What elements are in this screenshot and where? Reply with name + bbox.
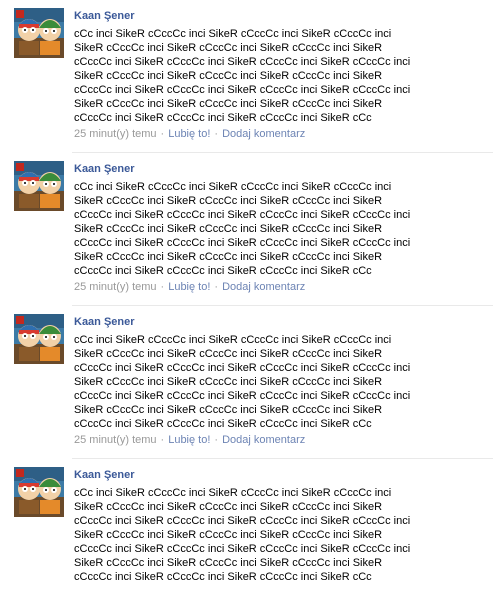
separator-dot: · (160, 281, 165, 293)
post-timestamp[interactable]: 25 minut(y) temu (74, 128, 157, 140)
post-message-line: cCc inci SikeR cCccCc inci SikeR cCccCc … (74, 334, 392, 346)
post-message: cCc inci SikeR cCccCc inci SikeR cCccCc … (74, 180, 469, 278)
post-message-line: cCccCc inci SikeR cCccCc inci SikeR cCcc… (74, 237, 411, 249)
post-message-line: cCccCc inci SikeR cCccCc inci SikeR cCcc… (74, 418, 372, 430)
avatar[interactable] (14, 161, 64, 211)
post-message-line: cCccCc inci SikeR cCccCc inci SikeR cCcc… (74, 265, 372, 277)
post-timestamp[interactable]: 25 minut(y) temu (74, 281, 157, 293)
post-message-line: SikeR cCccCc inci SikeR cCccCc inci Sike… (74, 70, 383, 82)
post-author-name[interactable]: Kaan Şener (74, 469, 135, 481)
avatar[interactable] (14, 314, 64, 364)
separator-dot: · (214, 434, 219, 446)
separator-dot: · (160, 434, 165, 446)
post-message-line: cCc inci SikeR cCccCc inci SikeR cCccCc … (74, 181, 392, 193)
avatar[interactable] (14, 467, 64, 517)
feed-post: Kaan Şener cCc inci SikeR cCccCc inci Si… (0, 0, 493, 153)
like-link[interactable]: Lubię to! (168, 281, 210, 293)
post-actions: 25 minut(y) temu · Lubię to! · Dodaj komenta… (74, 281, 305, 293)
feed-post: Kaan Şener cCc inci SikeR cCccCc inci Si… (0, 153, 493, 306)
post-message-line: SikeR cCccCc inci SikeR cCccCc inci Sike… (74, 501, 383, 513)
add-comment-link[interactable]: Dodaj komentarz (222, 434, 305, 446)
post-message-line: cCccCc inci SikeR cCccCc inci SikeR cCcc… (74, 515, 411, 527)
post-message-line: SikeR cCccCc inci SikeR cCccCc inci Sike… (74, 42, 383, 54)
post-author-name[interactable]: Kaan Şener (74, 10, 135, 22)
post-message-line: cCccCc inci SikeR cCccCc inci SikeR cCcc… (74, 209, 411, 221)
like-link[interactable]: Lubię to! (168, 434, 210, 446)
like-link[interactable]: Lubię to! (168, 128, 210, 140)
post-message-line: cCccCc inci SikeR cCccCc inci SikeR cCcc… (74, 84, 411, 96)
post-message-line: cCccCc inci SikeR cCccCc inci SikeR cCcc… (74, 571, 372, 583)
post-message-line: SikeR cCccCc inci SikeR cCccCc inci Sike… (74, 529, 383, 541)
post-message-line: SikeR cCccCc inci SikeR cCccCc inci Sike… (74, 195, 383, 207)
post-actions: 25 minut(y) temu · Lubię to! · Dodaj komenta… (74, 434, 305, 446)
post-timestamp[interactable]: 25 minut(y) temu (74, 434, 157, 446)
post-message: cCc inci SikeR cCccCc inci SikeR cCccCc … (74, 333, 469, 431)
post-actions: 25 minut(y) temu · Lubię to! · Dodaj komenta… (74, 128, 305, 140)
post-message: cCc inci SikeR cCccCc inci SikeR cCccCc … (74, 27, 469, 125)
post-message-line: cCccCc inci SikeR cCccCc inci SikeR cCcc… (74, 362, 411, 374)
separator-dot: · (160, 128, 165, 140)
post-author-name[interactable]: Kaan Şener (74, 163, 135, 175)
feed-post: Kaan Şener cCc inci SikeR cCccCc inci Si… (0, 459, 493, 612)
post-message-line: cCccCc inci SikeR cCccCc inci SikeR cCcc… (74, 56, 411, 68)
post-message-line: cCccCc inci SikeR cCccCc inci SikeR cCcc… (74, 390, 411, 402)
separator-dot: · (214, 281, 219, 293)
post-message-line: SikeR cCccCc inci SikeR cCccCc inci Sike… (74, 404, 383, 416)
post-message-line: SikeR cCccCc inci SikeR cCccCc inci Sike… (74, 223, 383, 235)
post-message-line: cCccCc inci SikeR cCccCc inci SikeR cCcc… (74, 543, 411, 555)
post-message-line: SikeR cCccCc inci SikeR cCccCc inci Sike… (74, 98, 383, 110)
avatar[interactable] (14, 8, 64, 58)
feed-post: Kaan Şener cCc inci SikeR cCccCc inci Si… (0, 306, 493, 459)
add-comment-link[interactable]: Dodaj komentarz (222, 128, 305, 140)
post-message-line: cCc inci SikeR cCccCc inci SikeR cCccCc … (74, 28, 392, 40)
add-comment-link[interactable]: Dodaj komentarz (222, 281, 305, 293)
post-message-line: cCccCc inci SikeR cCccCc inci SikeR cCcc… (74, 112, 372, 124)
post-message-line: cCc inci SikeR cCccCc inci SikeR cCccCc … (74, 487, 392, 499)
separator-dot: · (214, 128, 219, 140)
post-message-line: SikeR cCccCc inci SikeR cCccCc inci Sike… (74, 557, 383, 569)
post-message-line: SikeR cCccCc inci SikeR cCccCc inci Sike… (74, 376, 383, 388)
post-message-line: SikeR cCccCc inci SikeR cCccCc inci Sike… (74, 251, 383, 263)
post-message-line: SikeR cCccCc inci SikeR cCccCc inci Sike… (74, 348, 383, 360)
post-author-name[interactable]: Kaan Şener (74, 316, 135, 328)
post-message: cCc inci SikeR cCccCc inci SikeR cCccCc … (74, 486, 469, 584)
